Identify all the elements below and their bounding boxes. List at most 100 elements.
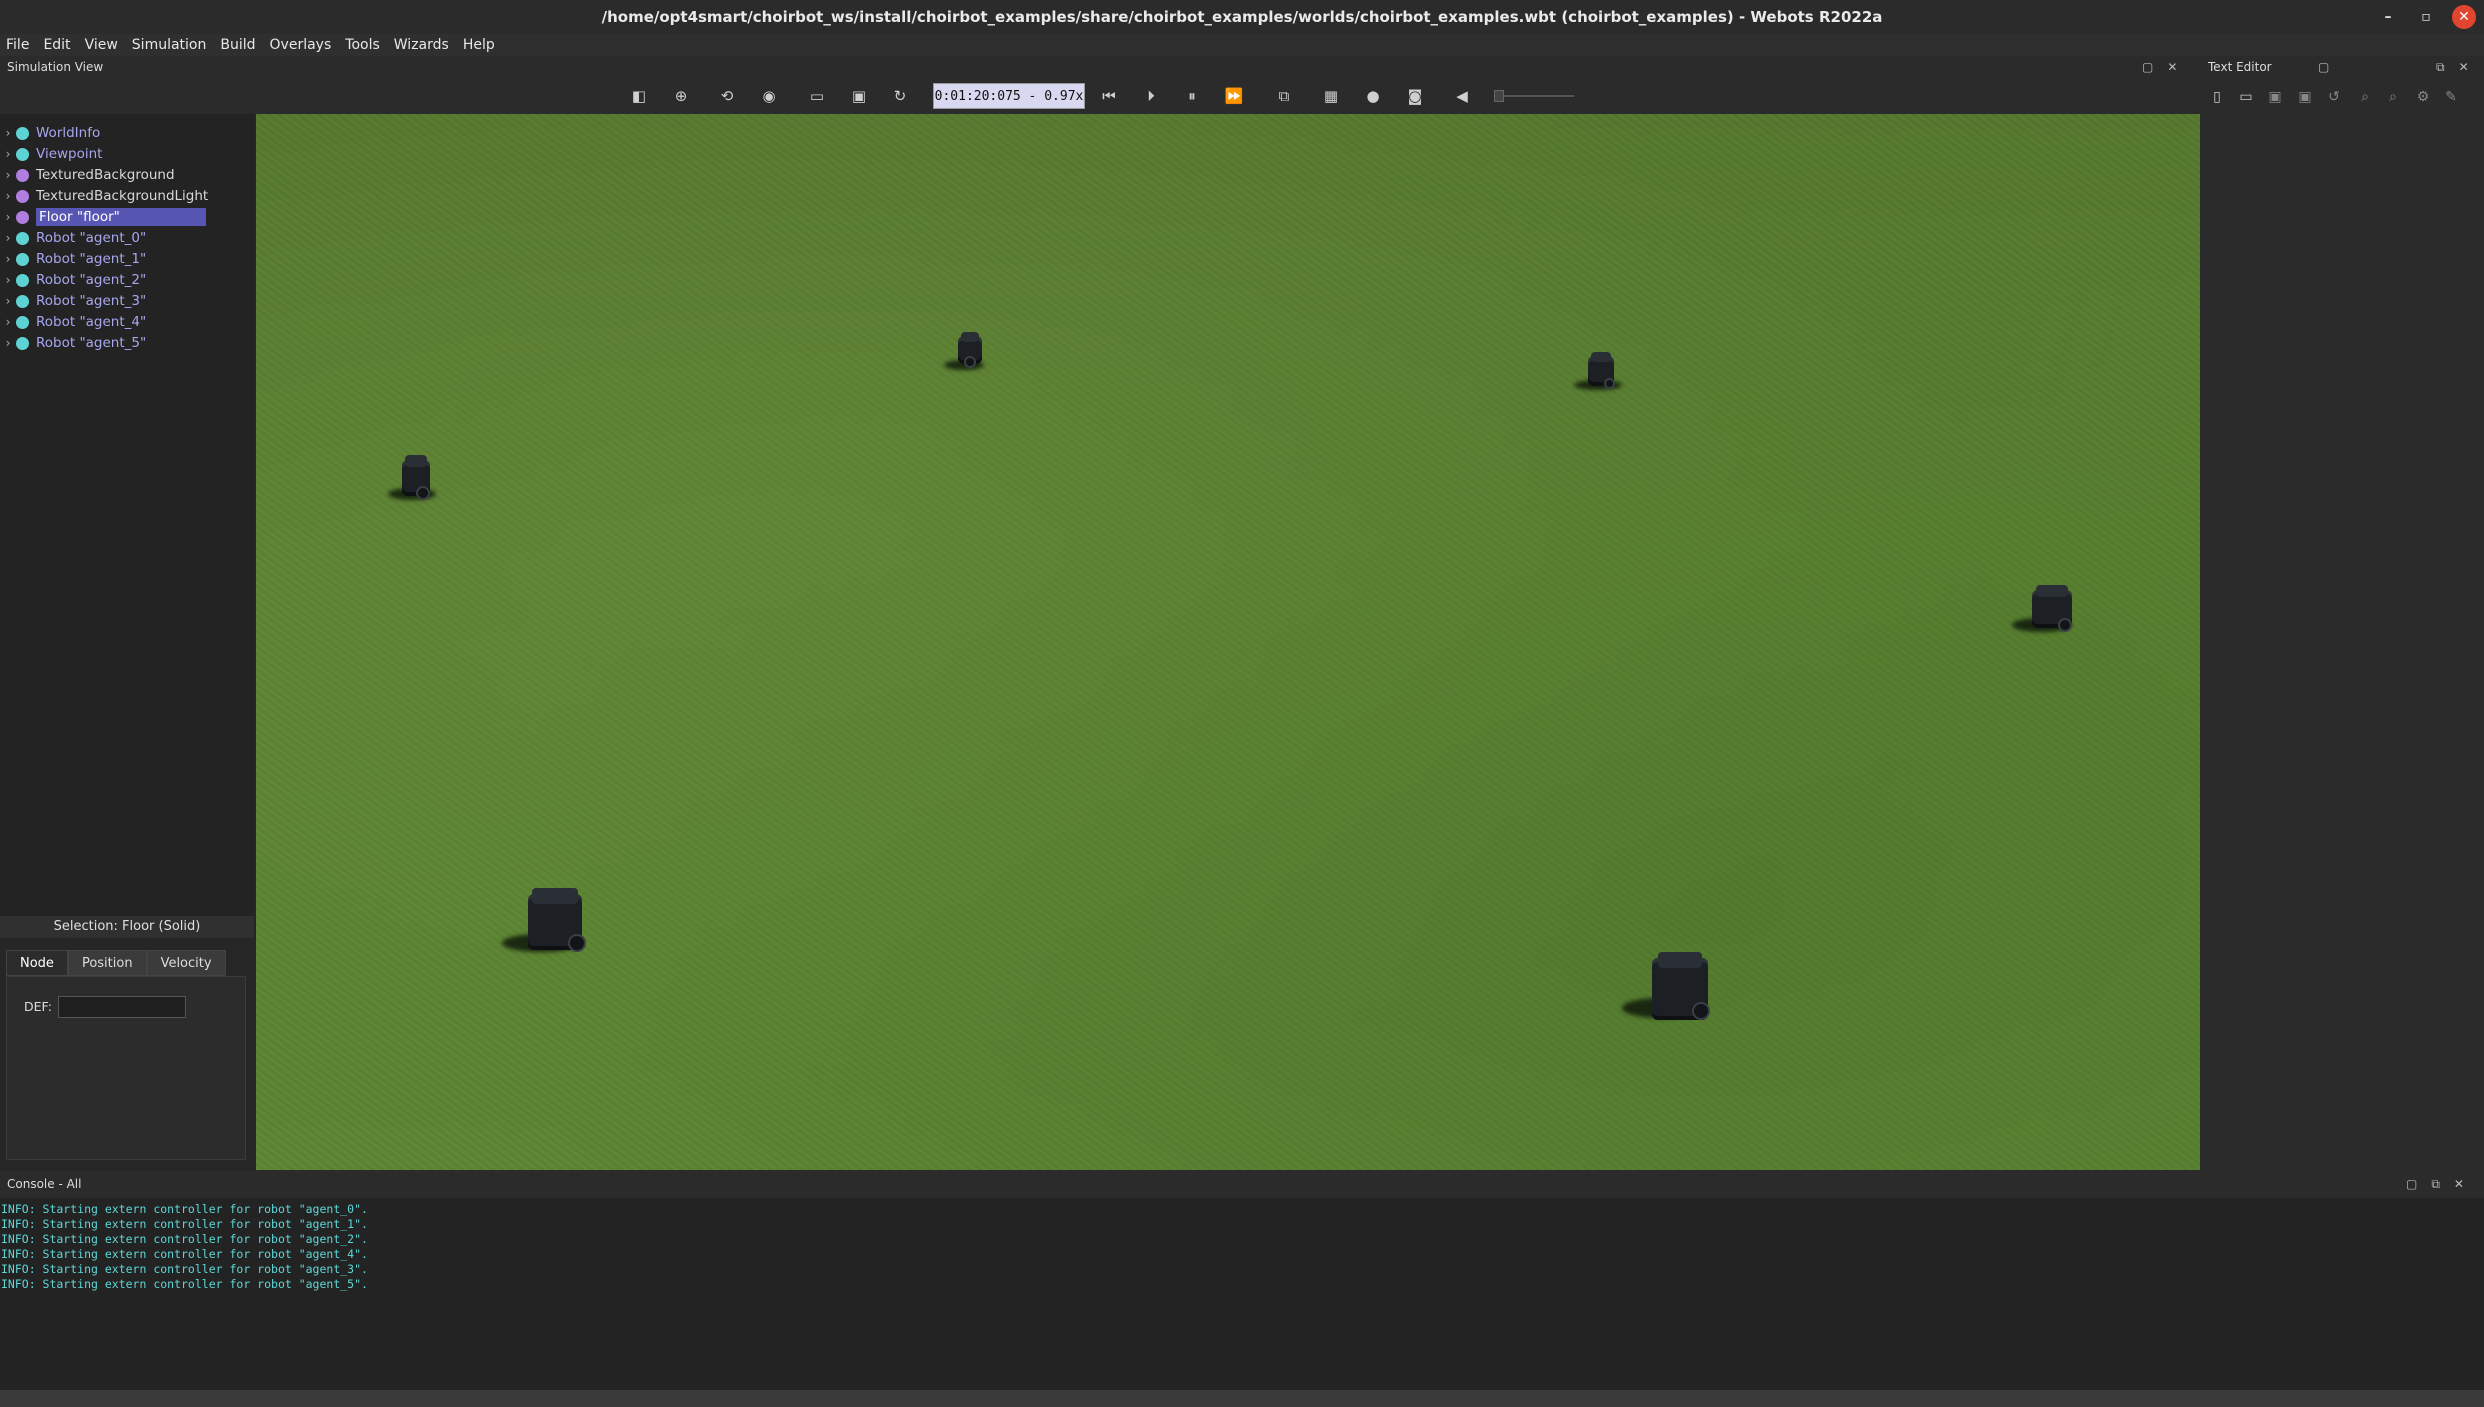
console-line: INFO: Starting extern controller for rob…	[1, 1247, 368, 1261]
menu-bar: File Edit View Simulation Build Overlays…	[0, 34, 2484, 56]
undock-icon[interactable]: ▢	[2142, 60, 2153, 74]
new-file-icon[interactable]: ▯	[2208, 88, 2226, 106]
console-panel: Console - All ▢ ⧉ ✕ INFO: Starting exter…	[0, 1170, 2484, 1390]
volume-slider-handle[interactable]	[1494, 90, 1504, 102]
build-icon[interactable]: ⚙	[2414, 88, 2432, 106]
expand-arrow-icon[interactable]: ›	[0, 231, 16, 245]
sound-icon[interactable]: ◀	[1452, 86, 1472, 106]
expand-arrow-icon[interactable]: ›	[0, 126, 16, 140]
simulation-3d-view[interactable]	[256, 114, 2200, 1170]
node-editor-tabs: Node Position Velocity	[6, 950, 226, 976]
screenshot-icon[interactable]: ◙	[1405, 86, 1425, 106]
node-icon	[16, 315, 29, 329]
proto-node-icon	[16, 210, 29, 224]
tree-item-robot-agent-3[interactable]: › Robot "agent_3"	[0, 291, 254, 311]
undock-icon[interactable]: ▢	[2318, 60, 2329, 74]
tree-item-robot-agent-0[interactable]: › Robot "agent_0"	[0, 228, 254, 248]
fast-forward-icon[interactable]: ⏩	[1224, 86, 1244, 106]
float-icon[interactable]: ⧉	[2431, 1170, 2440, 1198]
menu-file[interactable]: File	[6, 37, 29, 53]
open-world-icon[interactable]: ▭	[807, 86, 827, 106]
add-node-icon[interactable]: ⊕	[671, 86, 691, 106]
expand-arrow-icon[interactable]: ›	[0, 294, 16, 308]
tree-item-robot-agent-4[interactable]: › Robot "agent_4"	[0, 312, 254, 332]
reload-world-icon[interactable]: ↻	[890, 86, 910, 106]
pause-icon[interactable]: ⏸	[1182, 86, 1202, 106]
movie-icon[interactable]: ▦	[1321, 86, 1341, 106]
expand-arrow-icon[interactable]: ›	[0, 189, 16, 203]
menu-build[interactable]: Build	[220, 37, 255, 53]
expand-arrow-icon[interactable]: ›	[0, 147, 16, 161]
expand-arrow-icon[interactable]: ›	[0, 273, 16, 287]
clean-icon[interactable]: ✎	[2442, 88, 2460, 106]
menu-overlays[interactable]: Overlays	[270, 37, 332, 53]
tree-item-label: Robot "agent_2"	[36, 272, 147, 288]
tree-item-label: Robot "agent_3"	[36, 293, 147, 309]
record-icon[interactable]: ●	[1363, 86, 1383, 106]
text-editor-title: Text Editor	[2208, 60, 2272, 74]
node-icon	[16, 126, 29, 140]
simulation-toolbar: ◧ ⊕ ⟲ ◉ ▭ ▣ ↻ ⏮ ⏵ ⏸ ⏩ ⧉ ▦ ● ◙ ◀	[0, 78, 2200, 114]
expand-arrow-icon[interactable]: ›	[0, 336, 16, 350]
expand-arrow-icon[interactable]: ›	[0, 210, 16, 224]
menu-wizards[interactable]: Wizards	[394, 37, 449, 53]
tree-item-texturedbackground[interactable]: › TexturedBackground	[0, 165, 254, 185]
expand-arrow-icon[interactable]: ›	[0, 315, 16, 329]
revert-icon[interactable]: ↺	[2325, 88, 2343, 106]
tree-item-label: Floor "floor"	[36, 208, 206, 226]
menu-edit[interactable]: Edit	[43, 37, 70, 53]
tab-node[interactable]: Node	[6, 950, 68, 976]
close-panel-icon[interactable]: ✕	[2459, 60, 2469, 74]
replace-icon[interactable]: ⌕	[2384, 88, 2402, 106]
console-line: INFO: Starting extern controller for rob…	[1, 1262, 368, 1276]
def-input[interactable]	[58, 996, 186, 1018]
tree-item-texturedbackgroundlight[interactable]: › TexturedBackgroundLight	[0, 186, 254, 206]
tree-item-label: Robot "agent_4"	[36, 314, 147, 330]
console-line: INFO: Starting extern controller for rob…	[1, 1277, 368, 1291]
eye-icon[interactable]: ◉	[759, 86, 779, 106]
maximize-icon[interactable]: ▫	[2414, 5, 2438, 29]
tree-item-robot-agent-2[interactable]: › Robot "agent_2"	[0, 270, 254, 290]
menu-view[interactable]: View	[85, 37, 118, 53]
window-title: /home/opt4smart/choirbot_ws/install/choi…	[601, 8, 1883, 26]
proto-node-icon	[16, 189, 29, 203]
tab-position[interactable]: Position	[67, 950, 147, 976]
rendering-icon[interactable]: ⧉	[1274, 86, 1294, 106]
tree-item-label: Robot "agent_1"	[36, 251, 147, 267]
float-icon[interactable]: ⧉	[2436, 60, 2445, 75]
menu-tools[interactable]: Tools	[345, 37, 380, 53]
simulation-view-header: Simulation View ▢ ✕	[0, 56, 2200, 78]
tree-item-floor[interactable]: › Floor "floor"	[0, 207, 254, 227]
menu-simulation[interactable]: Simulation	[132, 37, 207, 53]
close-panel-icon[interactable]: ✕	[2167, 60, 2177, 74]
close-icon[interactable]: ✕	[2452, 5, 2476, 29]
simulation-time-display: 0:01:20:075 - 0.97x	[933, 83, 1085, 109]
tree-item-worldinfo[interactable]: › WorldInfo	[0, 123, 254, 143]
tab-velocity[interactable]: Velocity	[146, 950, 226, 976]
toggle-scene-tree-icon[interactable]: ◧	[629, 86, 649, 106]
console-title: Console - All	[7, 1177, 82, 1191]
console-line: INFO: Starting extern controller for rob…	[1, 1217, 368, 1231]
save-file-icon[interactable]: ▣	[2266, 88, 2284, 106]
open-file-icon[interactable]: ▭	[2237, 88, 2255, 106]
menu-help[interactable]: Help	[463, 37, 495, 53]
console-line: INFO: Starting extern controller for rob…	[1, 1232, 368, 1246]
tree-item-robot-agent-5[interactable]: › Robot "agent_5"	[0, 333, 254, 353]
rotate-view-icon[interactable]: ⟲	[717, 86, 737, 106]
def-label: DEF:	[24, 999, 52, 1014]
tree-item-robot-agent-1[interactable]: › Robot "agent_1"	[0, 249, 254, 269]
reset-simulation-icon[interactable]: ⏮	[1099, 86, 1119, 106]
minimize-icon[interactable]: –	[2376, 5, 2400, 29]
save-as-icon[interactable]: ▣	[2296, 88, 2314, 106]
expand-arrow-icon[interactable]: ›	[0, 168, 16, 182]
undock-icon[interactable]: ▢	[2406, 1170, 2417, 1198]
volume-slider-track[interactable]	[1494, 95, 1574, 97]
expand-arrow-icon[interactable]: ›	[0, 252, 16, 266]
save-world-icon[interactable]: ▣	[849, 86, 869, 106]
status-bar	[0, 1390, 2484, 1407]
close-panel-icon[interactable]: ✕	[2454, 1170, 2464, 1198]
node-icon	[16, 336, 29, 350]
find-icon[interactable]: ⌕	[2356, 88, 2374, 106]
tree-item-viewpoint[interactable]: › Viewpoint	[0, 144, 254, 164]
step-icon[interactable]: ⏵	[1141, 86, 1161, 106]
